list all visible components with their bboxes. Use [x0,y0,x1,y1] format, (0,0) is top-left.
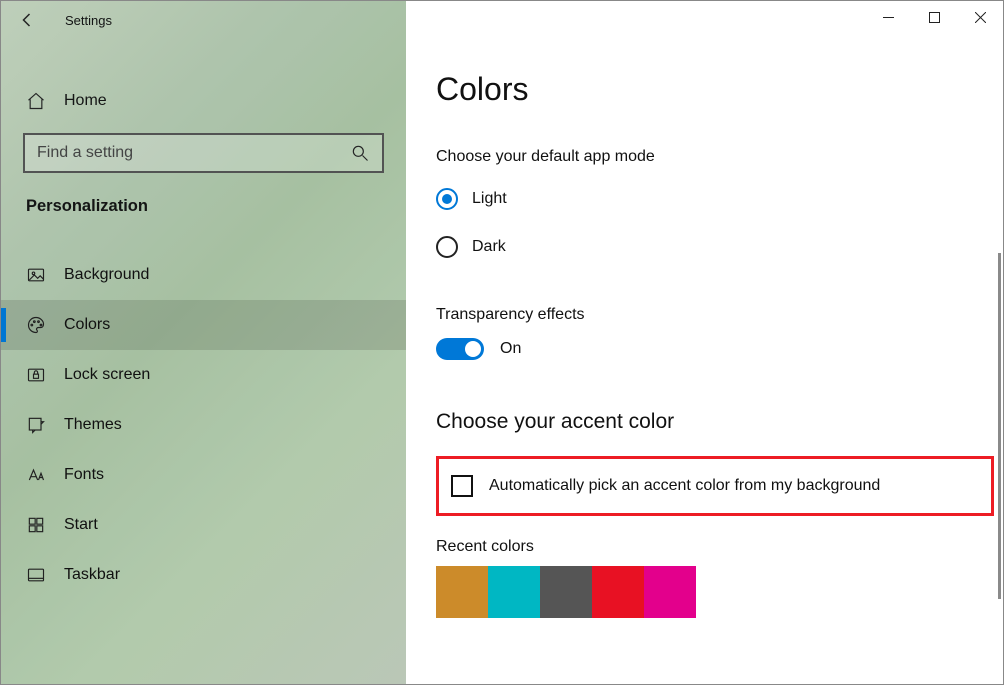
sidebar-item-fonts[interactable]: Fonts [1,450,406,500]
fonts-icon [26,465,46,485]
home-icon [26,91,46,111]
radio-label: Dark [472,238,506,256]
recent-colors-label: Recent colors [436,538,973,556]
palette-icon [26,315,46,335]
sidebar-item-label: Background [64,266,149,284]
transparency-toggle[interactable] [436,338,484,360]
transparency-label: Transparency effects [436,306,973,324]
sidebar-item-label: Colors [64,316,110,334]
sidebar-item-themes[interactable]: Themes [1,400,406,450]
recent-colors [436,566,973,618]
radio-dark[interactable]: Dark [436,236,973,258]
back-button[interactable] [19,11,37,29]
sidebar-item-lock-screen[interactable]: Lock screen [1,350,406,400]
radio-icon [436,236,458,258]
color-swatch[interactable] [436,566,488,618]
sidebar-item-label: Themes [64,416,122,434]
sidebar-item-label: Lock screen [64,366,150,384]
accent-section-title: Choose your accent color [436,410,973,434]
taskbar-icon [26,565,46,585]
search-icon [350,143,370,163]
sidebar-item-background[interactable]: Background [1,250,406,300]
scrollbar[interactable] [998,253,1001,599]
search-box[interactable] [23,133,384,173]
auto-accent-highlight: Automatically pick an accent color from … [436,456,994,516]
sidebar-item-start[interactable]: Start [1,500,406,550]
app-title: Settings [65,13,112,28]
minimize-button[interactable] [865,1,911,33]
lock-screen-icon [26,365,46,385]
sidebar-item-colors[interactable]: Colors [1,300,406,350]
start-icon [26,515,46,535]
main-panel: Colors Choose your default app mode Ligh… [406,1,1003,684]
settings-window: Settings Home Personalization Background [0,0,1004,685]
sidebar-item-label: Fonts [64,466,104,484]
radio-light[interactable]: Light [436,188,973,210]
maximize-button[interactable] [911,1,957,33]
color-swatch[interactable] [540,566,592,618]
color-swatch[interactable] [488,566,540,618]
auto-accent-checkbox[interactable] [451,475,473,497]
titlebar-left: Settings [1,1,406,39]
sidebar-item-taskbar[interactable]: Taskbar [1,550,406,600]
home-label: Home [64,92,107,110]
color-swatch[interactable] [592,566,644,618]
sidebar-item-label: Taskbar [64,566,120,584]
picture-icon [26,265,46,285]
category-label: Personalization [1,173,406,226]
sidebar-item-label: Start [64,516,98,534]
themes-icon [26,415,46,435]
app-mode-label: Choose your default app mode [436,148,973,166]
auto-accent-label: Automatically pick an accent color from … [489,477,880,495]
sidebar: Settings Home Personalization Background [1,1,406,684]
close-button[interactable] [957,1,1003,33]
radio-icon [436,188,458,210]
home-nav[interactable]: Home [1,77,406,125]
window-controls [865,1,1003,33]
transparency-toggle-row: On [436,338,973,360]
color-swatch[interactable] [644,566,696,618]
radio-label: Light [472,190,507,208]
transparency-state: On [500,340,521,358]
search-input[interactable] [37,144,350,162]
sidebar-nav: Background Colors Lock screen Themes [1,250,406,600]
